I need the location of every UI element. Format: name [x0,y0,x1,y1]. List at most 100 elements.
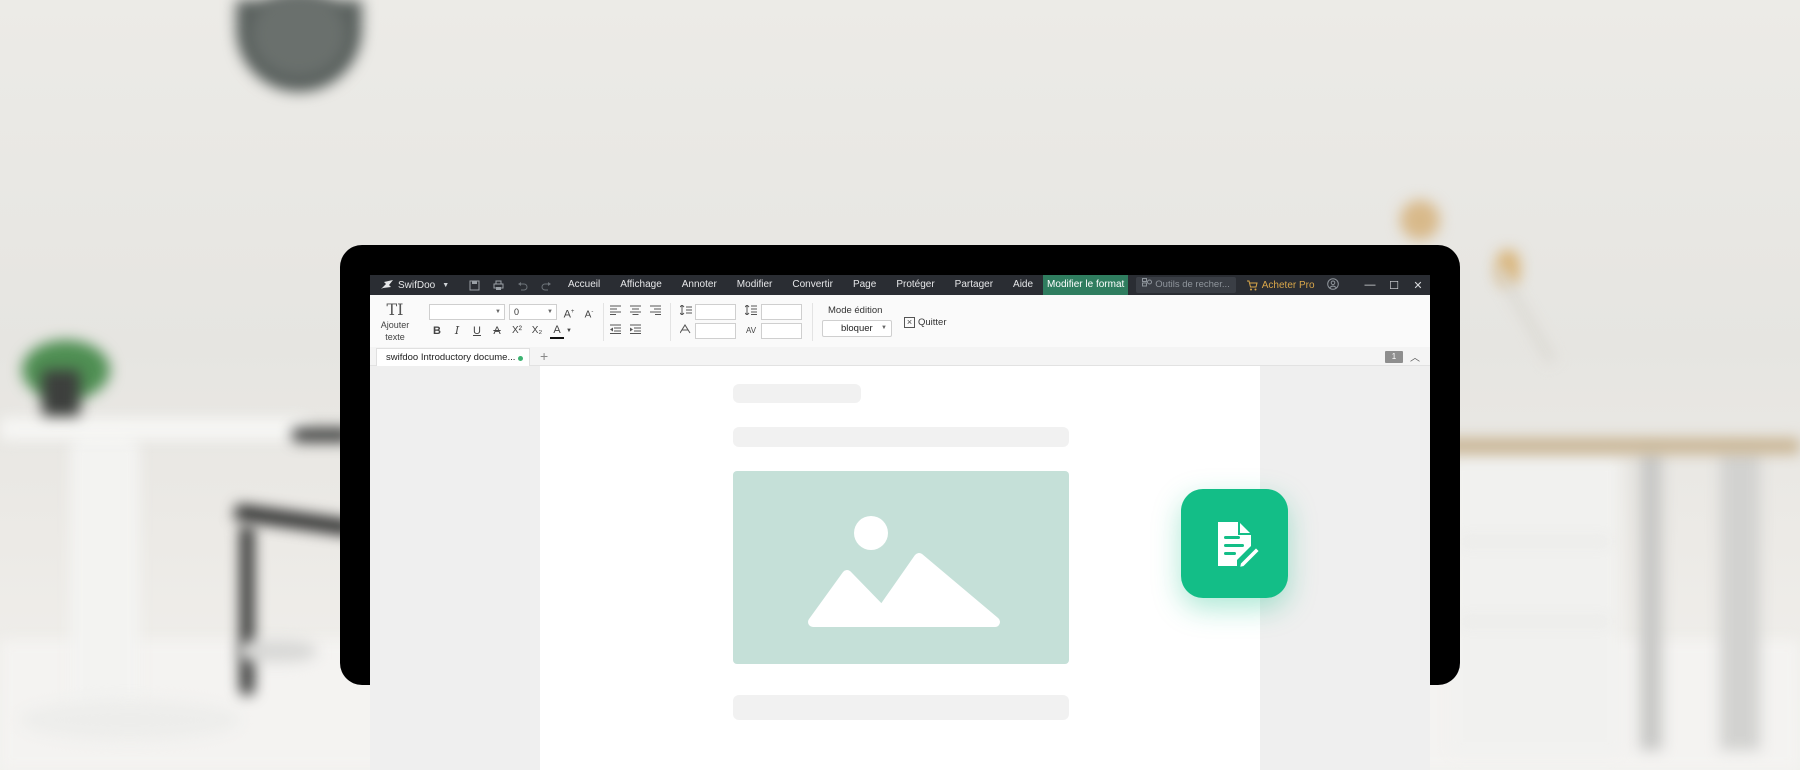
menu-modifier[interactable]: Modifier [727,275,783,295]
character-spacing-icon: AV [745,326,757,335]
italic-button[interactable]: I [450,324,464,338]
desk-leg [1720,450,1760,750]
desk-leg [1640,450,1662,750]
underline-button[interactable]: U [470,324,484,338]
redo-icon[interactable] [539,278,553,292]
main-menu: Accueil Affichage Annoter Modifier Conve… [558,275,1129,295]
chevron-down-icon[interactable]: ▼ [562,324,576,338]
add-tab-button[interactable]: + [540,347,548,365]
placeholder-text-line [733,427,1069,447]
align-center-icon[interactable] [628,305,642,319]
image-icon [808,516,1000,627]
chevron-down-icon: ▼ [495,309,501,315]
desk-lamp-arm [1493,264,1557,366]
app-brand[interactable]: SwifDoo ▼ [370,278,551,292]
menu-modifier-le-format[interactable]: Modifier le format [1043,275,1129,295]
side-table-base [20,700,240,740]
increase-font-size-icon[interactable]: A+ [562,305,576,322]
ribbon-separator [812,303,813,341]
search-tools-label: Outils de recher... [1155,279,1230,290]
side-table-top [0,418,310,440]
buy-pro-label: Acheter Pro [1261,279,1315,291]
line-spacing-input[interactable] [695,304,736,320]
app-name: SwifDoo [398,279,436,291]
ribbon-separator [603,303,604,341]
swifdoo-logo-icon [380,279,394,291]
bold-button[interactable]: B [430,324,444,338]
undo-icon[interactable] [515,278,529,292]
align-left-icon[interactable] [608,305,622,319]
menu-proteger[interactable]: Protéger [886,275,944,295]
add-text-label-line2: texte [385,332,405,342]
character-spacing-input[interactable] [761,323,802,339]
menu-aide[interactable]: Aide [1003,275,1043,295]
chair-shadow [236,640,316,662]
placeholder-title-line [733,384,861,403]
text-scale-icon [679,324,693,338]
unsaved-dot-icon [518,356,523,361]
menu-annoter[interactable]: Annoter [672,275,727,295]
buy-pro-button[interactable]: Acheter Pro [1246,280,1315,291]
search-tools-icon [1142,277,1153,293]
drawer-cabinet [1450,455,1620,755]
add-text-label-line1: Ajouter [380,320,410,330]
collapse-ribbon-icon[interactable]: ︿ [1410,349,1420,364]
menu-partager[interactable]: Partager [945,275,1003,295]
print-icon[interactable] [491,278,505,292]
decrease-indent-icon[interactable] [608,324,622,338]
add-text-icon: TI [386,300,404,319]
font-size-value: 0 [514,307,520,317]
user-account-icon[interactable] [1326,277,1339,293]
edit-document-badge [1181,489,1288,598]
font-family-select[interactable]: ▼ [429,304,505,320]
chevron-down-icon: ▼ [881,325,887,331]
close-box-icon: × [904,317,915,328]
chevron-down-icon[interactable]: ▼ [442,282,449,289]
document-tab-bar: swifdoo Introductory docume... + 1 ︿ [370,347,1430,366]
strikethrough-button[interactable]: A [490,324,504,338]
image-placeholder[interactable] [733,471,1069,664]
subscript-button[interactable]: X₂ [530,324,544,338]
document-tab[interactable]: swifdoo Introductory docume... [376,348,530,366]
close-icon[interactable]: ✕ [1406,279,1430,292]
cart-icon [1246,280,1258,290]
line-spacing-icon [679,304,693,319]
maximize-icon[interactable]: ☐ [1382,279,1406,292]
menu-accueil[interactable]: Accueil [558,275,610,295]
minimize-icon[interactable]: — [1358,279,1382,292]
text-scale-input[interactable] [695,323,736,339]
chair-leg [240,525,254,695]
edit-format-ribbon: TI Ajouter texte ▼ 0 ▼ A+ A- B I U A X² … [370,295,1430,347]
title-bar: SwifDoo ▼ Accueil Affichage Annoter Modi… [370,275,1430,295]
drawer-line [1460,620,1610,623]
chevron-down-icon: ▼ [547,309,553,315]
document-page[interactable] [540,366,1260,770]
increase-indent-icon[interactable] [628,324,642,338]
save-icon[interactable] [467,278,481,292]
font-size-select[interactable]: 0 ▼ [509,304,557,320]
side-table-leg [70,430,140,720]
decrease-font-size-icon[interactable]: A- [582,305,596,322]
page-number-badge: 1 [1385,351,1403,363]
menu-page[interactable]: Page [843,275,886,295]
paragraph-spacing-input[interactable] [761,304,802,320]
ribbon-separator [670,303,671,341]
superscript-button[interactable]: X² [510,324,524,338]
align-right-icon[interactable] [648,305,662,319]
desk-top [1440,438,1800,454]
placeholder-text-line [733,695,1069,720]
add-text-button[interactable]: TI Ajouter texte [378,301,412,343]
edit-mode-label: Mode édition [828,305,883,316]
quit-button[interactable]: × Quitter [904,317,947,328]
paragraph-spacing-icon [744,304,758,319]
drawer-line [1460,540,1610,543]
quit-label: Quitter [918,317,947,328]
window-controls: — ☐ ✕ [1358,279,1430,292]
menu-convertir[interactable]: Convertir [782,275,843,295]
plant-pot [42,370,80,416]
edit-document-icon [1217,521,1261,569]
menu-affichage[interactable]: Affichage [610,275,672,295]
desk-lamp-shade [1400,200,1440,240]
search-tools-button[interactable]: Outils de recher... [1136,277,1236,293]
edit-mode-select[interactable]: bloquer ▼ [822,320,892,337]
